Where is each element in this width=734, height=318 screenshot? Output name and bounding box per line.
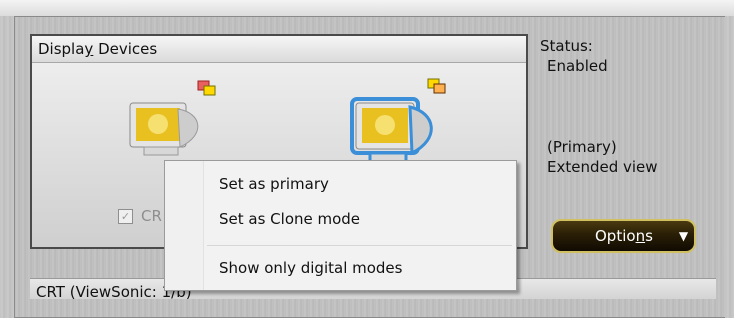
- options-label: Options: [595, 227, 653, 245]
- options-button[interactable]: Options ▼: [551, 219, 696, 253]
- dropdown-arrow-icon: ▼: [678, 229, 689, 243]
- primary-label: (Primary): [547, 138, 617, 156]
- monitor-1-label: CR: [141, 207, 162, 225]
- badge-front: [203, 85, 216, 96]
- context-menu: Set as primary Set as Clone mode Show on…: [164, 160, 517, 291]
- badge-front: [433, 83, 446, 94]
- mode-label: Extended view: [547, 158, 658, 176]
- top-band: [0, 0, 734, 16]
- monitor-1-checkrow[interactable]: ✓ CR: [118, 207, 162, 225]
- status-label: Status:: [540, 37, 593, 55]
- menu-separator: [207, 245, 512, 246]
- menu-gutter: [165, 161, 204, 290]
- group-title: Display Devices: [32, 36, 526, 63]
- status-block: Status: Enabled: [540, 36, 608, 76]
- menu-item-set-primary[interactable]: Set as primary: [219, 175, 329, 193]
- display-info: (Primary) Extended view: [547, 137, 658, 177]
- status-value: Enabled: [547, 57, 608, 75]
- monitor-1-checkbox[interactable]: ✓: [118, 208, 133, 224]
- monitor-1-icon[interactable]: [122, 73, 232, 173]
- menu-item-clone-mode[interactable]: Set as Clone mode: [219, 210, 360, 228]
- menu-item-digital-modes[interactable]: Show only digital modes: [219, 259, 402, 277]
